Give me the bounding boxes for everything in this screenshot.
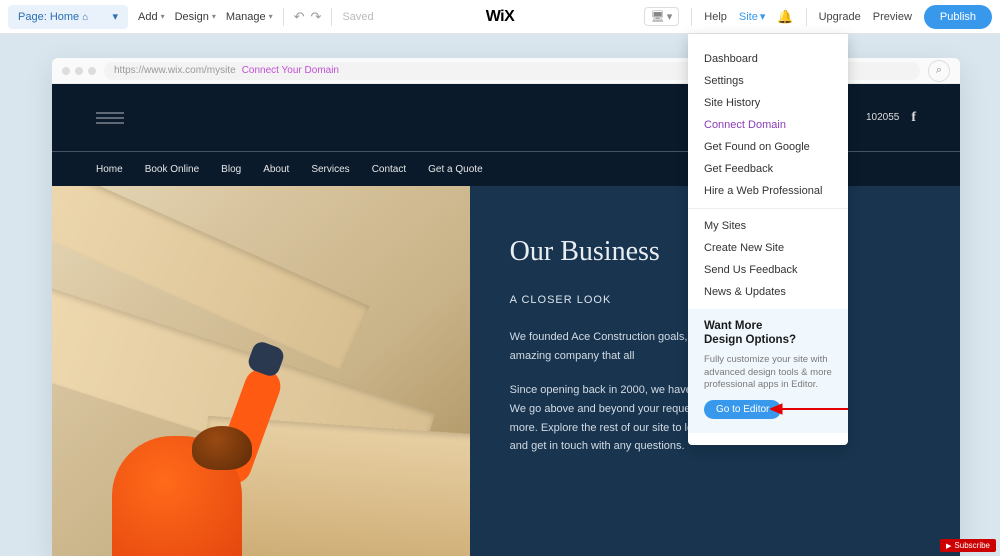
chevron-down-icon: ▾ bbox=[161, 12, 165, 21]
nav-services[interactable]: Services bbox=[311, 164, 349, 175]
chevron-down-icon: ▾ bbox=[269, 12, 273, 21]
site-dropdown: Dashboard Settings Site History Connect … bbox=[688, 34, 848, 445]
promo-body: Fully customize your site with advanced … bbox=[704, 354, 832, 392]
dd-create-site[interactable]: Create New Site bbox=[688, 237, 848, 259]
url-text: https://www.wix.com/mysite bbox=[114, 65, 236, 76]
separator bbox=[806, 8, 807, 26]
home-icon: ⌂ bbox=[82, 12, 88, 23]
window-controls bbox=[62, 67, 96, 75]
nav-home[interactable]: Home bbox=[96, 164, 123, 175]
nav-book-online[interactable]: Book Online bbox=[145, 164, 199, 175]
dd-connect-domain[interactable]: Connect Domain bbox=[688, 114, 848, 136]
page-name: Home bbox=[50, 11, 79, 23]
dd-dashboard[interactable]: Dashboard bbox=[688, 48, 848, 70]
help-link[interactable]: Help bbox=[704, 11, 727, 23]
chevron-down-icon: ▾ bbox=[112, 10, 118, 23]
dd-settings[interactable]: Settings bbox=[688, 70, 848, 92]
go-to-editor-button[interactable]: Go to Editor bbox=[704, 400, 781, 419]
design-menu[interactable]: Design▾ bbox=[175, 11, 216, 23]
editor-topbar: Page: Home ⌂ ▾ Add▾ Design▾ Manage▾ ↶ ↷ … bbox=[0, 0, 1000, 34]
promo-title: Want MoreDesign Options? bbox=[704, 319, 832, 348]
topbar-right: 🖥▾ Help Site▾ 🔔 Upgrade Preview Publish bbox=[644, 5, 992, 29]
dd-news-updates[interactable]: News & Updates bbox=[688, 281, 848, 303]
phone-row: 102055 f bbox=[866, 110, 916, 126]
upgrade-link[interactable]: Upgrade bbox=[819, 11, 861, 23]
page-prefix: Page: bbox=[18, 11, 47, 23]
desktop-icon: 🖥 bbox=[651, 10, 665, 23]
facebook-icon[interactable]: f bbox=[911, 110, 916, 126]
save-status: Saved bbox=[342, 11, 373, 23]
separator bbox=[331, 8, 332, 26]
nav-about[interactable]: About bbox=[263, 164, 289, 175]
phone-number: 102055 bbox=[866, 112, 899, 123]
dd-send-feedback[interactable]: Send Us Feedback bbox=[688, 259, 848, 281]
undo-button[interactable]: ↶ bbox=[294, 9, 305, 25]
redo-button[interactable]: ↷ bbox=[311, 9, 322, 25]
chevron-down-icon: ▾ bbox=[212, 12, 216, 21]
site-menu-trigger[interactable]: Site▾ bbox=[739, 10, 766, 23]
dd-get-feedback[interactable]: Get Feedback bbox=[688, 158, 848, 180]
dd-get-found[interactable]: Get Found on Google bbox=[688, 136, 848, 158]
nav-contact[interactable]: Contact bbox=[372, 164, 406, 175]
nav-quote[interactable]: Get a Quote bbox=[428, 164, 482, 175]
preview-link[interactable]: Preview bbox=[873, 11, 912, 23]
wix-logo: WiX bbox=[486, 8, 515, 26]
promo-panel: Want MoreDesign Options? Fully customize… bbox=[688, 309, 848, 433]
manage-menu[interactable]: Manage▾ bbox=[226, 11, 273, 23]
separator bbox=[283, 8, 284, 26]
chevron-down-icon: ▾ bbox=[667, 10, 673, 23]
dd-my-sites[interactable]: My Sites bbox=[688, 215, 848, 237]
notifications-icon[interactable]: 🔔 bbox=[777, 9, 793, 25]
hero-image bbox=[52, 186, 470, 556]
dd-hire-pro[interactable]: Hire a Web Professional bbox=[688, 180, 848, 202]
separator bbox=[691, 8, 692, 26]
add-menu[interactable]: Add▾ bbox=[138, 11, 165, 23]
separator bbox=[688, 208, 848, 209]
undo-redo-group: ↶ ↷ bbox=[294, 9, 322, 25]
connect-domain-link[interactable]: Connect Your Domain bbox=[242, 65, 339, 76]
chevron-down-icon: ▾ bbox=[760, 10, 766, 23]
dd-site-history[interactable]: Site History bbox=[688, 92, 848, 114]
search-icon[interactable]: ⌕ bbox=[928, 60, 950, 82]
nav-blog[interactable]: Blog bbox=[221, 164, 241, 175]
youtube-subscribe-badge[interactable]: Subscribe bbox=[940, 539, 996, 552]
publish-button[interactable]: Publish bbox=[924, 5, 992, 29]
viewport-switch[interactable]: 🖥▾ bbox=[644, 7, 680, 26]
page-selector[interactable]: Page: Home ⌂ ▾ bbox=[8, 5, 128, 29]
site-logo[interactable] bbox=[96, 108, 124, 128]
